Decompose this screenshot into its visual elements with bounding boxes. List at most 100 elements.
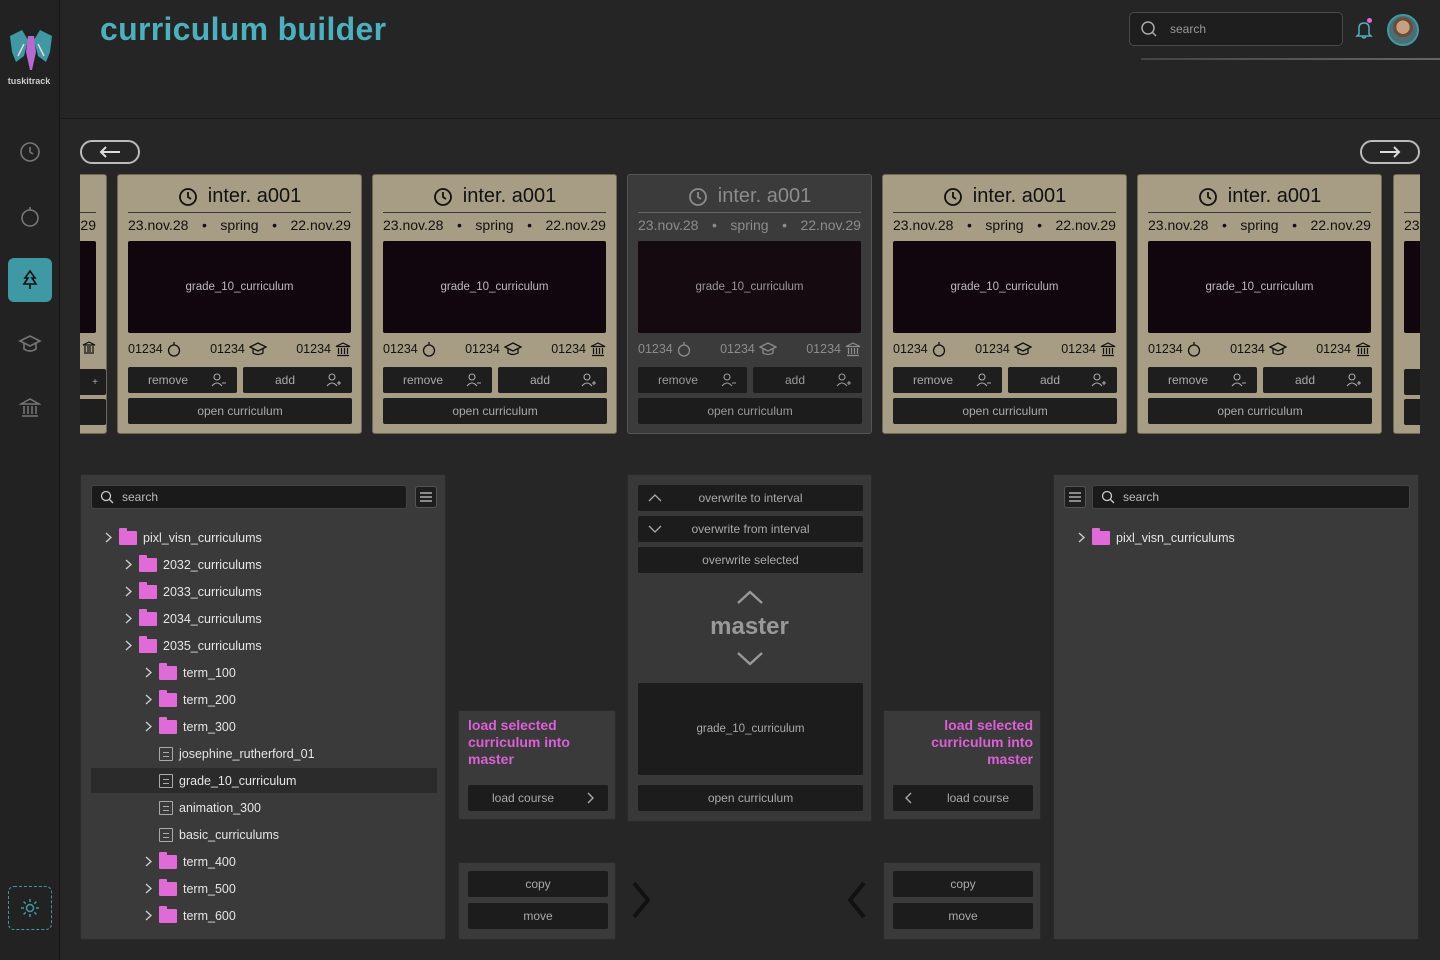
card-thumbnail[interactable]: grade_10_curriculum	[638, 241, 861, 333]
chevron-down-icon[interactable]	[736, 651, 764, 667]
transfer-right-arrow[interactable]	[630, 880, 652, 920]
search-input[interactable]: search	[1129, 12, 1343, 46]
right-load-course-button[interactable]: load course	[893, 785, 1033, 811]
chevron-right-icon[interactable]	[123, 613, 133, 624]
notifications-button[interactable]	[1355, 20, 1373, 40]
tree-folder[interactable]: pixl_visn_curriculums	[1064, 525, 1410, 550]
tree-folder[interactable]: 2035_curriculums	[91, 633, 437, 658]
left-menu-button[interactable]	[415, 486, 437, 508]
chevron-right-icon[interactable]	[143, 910, 153, 921]
left-copy-button[interactable]: copy	[468, 871, 608, 897]
chevron-right-icon[interactable]	[143, 694, 153, 705]
interval-card[interactable]: inter. a001 23.nov.28 • spring • 22.nov.29 gra…	[117, 174, 362, 434]
card-add-button[interactable]: add	[1008, 367, 1117, 393]
card-add-button[interactable]: add	[243, 367, 352, 393]
card-thumbnail[interactable]: grade_10_curriculum	[893, 241, 1116, 333]
chevron-right-icon[interactable]	[143, 667, 153, 678]
chevron-right-icon[interactable]	[143, 883, 153, 894]
card-dates: 23.nov.28 • spring • 22.nov.29	[1148, 217, 1371, 233]
card-remove-button[interactable]: remove	[1148, 367, 1257, 393]
right-menu-button[interactable]	[1064, 486, 1086, 508]
tree-folder[interactable]: 2032_curriculums	[91, 552, 437, 577]
tree-file[interactable]: grade_10_curriculum	[91, 768, 437, 793]
card-divider	[893, 212, 1116, 213]
interval-card[interactable]: inter. a001 23.nov.28 • spring • 22.nov.29 gra…	[372, 174, 617, 434]
tree-folder[interactable]: term_100	[91, 660, 437, 685]
timer-icon	[21, 207, 39, 227]
chevron-right-icon[interactable]	[123, 640, 133, 651]
right-copy-button[interactable]: copy	[893, 871, 1033, 897]
card-open-button[interactable]: open curriculum	[128, 398, 352, 424]
chevron-right-icon[interactable]	[123, 559, 133, 570]
right-search-input[interactable]: search	[1092, 485, 1410, 509]
interval-card[interactable]: inter. a001 23.nov.28 • spring • 22.nov.29 gra…	[1137, 174, 1382, 434]
carousel-prev-button[interactable]	[80, 140, 140, 164]
card-remove-button[interactable]: remove	[128, 367, 237, 393]
tree-folder[interactable]: term_200	[91, 687, 437, 712]
card-add-button[interactable]: add	[498, 367, 607, 393]
sidebar-item-history[interactable]	[8, 130, 52, 174]
card-divider	[383, 212, 606, 213]
interval-card-partial-left[interactable]: 29 +	[80, 174, 107, 434]
transfer-left-arrow[interactable]	[846, 880, 868, 920]
settings-button[interactable]	[8, 886, 52, 930]
chevron-right-icon[interactable]	[143, 856, 153, 867]
left-search-input[interactable]: search	[91, 485, 407, 509]
card-open-button[interactable]: open curriculum	[383, 398, 607, 424]
left-load-course-button[interactable]: load course	[468, 785, 608, 811]
card-remove-button[interactable]: remove	[638, 367, 747, 393]
tree-file[interactable]: basic_curriculums	[91, 822, 437, 847]
tree-file[interactable]: animation_300	[91, 795, 437, 820]
card-remove-button[interactable]: +	[80, 369, 106, 395]
tree-folder[interactable]: 2033_curriculums	[91, 579, 437, 604]
card-remove-button[interactable]	[1404, 369, 1420, 395]
logo[interactable]: tuskitrack	[6, 26, 56, 90]
chevron-right-icon[interactable]	[143, 721, 153, 732]
card-open-button[interactable]: open curriculum	[1148, 398, 1372, 424]
tree-folder[interactable]: pixl_visn_curriculums	[91, 525, 437, 550]
avatar[interactable]	[1387, 14, 1419, 46]
remove-label: remove	[148, 373, 189, 387]
overwrite-from-interval-button[interactable]: overwrite from interval	[638, 516, 863, 542]
sidebar-item-institutions[interactable]	[8, 386, 52, 430]
sidebar-item-courses[interactable]	[8, 322, 52, 366]
card-thumbnail[interactable]: grade_10_curriculum	[128, 241, 351, 333]
tree-folder[interactable]: 2034_curriculums	[91, 606, 437, 631]
card-open-button[interactable]: open curriculum	[893, 398, 1117, 424]
carousel-next-button[interactable]	[1360, 140, 1420, 164]
tree-folder[interactable]: term_400	[91, 849, 437, 874]
card-thumbnail[interactable]: grade_10_curriculum	[383, 241, 606, 333]
stat-courses: 01234	[720, 341, 777, 357]
card-add-button[interactable]: add	[1263, 367, 1372, 393]
tree-file[interactable]: josephine_rutherford_01	[91, 741, 437, 766]
chevron-right-icon[interactable]	[103, 532, 113, 543]
tree-folder[interactable]: term_500	[91, 876, 437, 901]
card-remove-button[interactable]: remove	[893, 367, 1002, 393]
interval-card[interactable]: inter. a001 23.nov.28 • spring • 22.nov.29 gra…	[882, 174, 1127, 434]
card-open-button[interactable]	[80, 399, 106, 425]
chevron-up-icon[interactable]	[736, 589, 764, 605]
card-title: inter. a001	[883, 185, 1126, 208]
left-move-button[interactable]: move	[468, 903, 608, 929]
interval-card[interactable]: inter. a001 23.nov.28 • spring • 22.nov.29 gra…	[627, 174, 872, 434]
chevron-right-icon[interactable]	[123, 586, 133, 597]
tree-folder[interactable]: term_300	[91, 714, 437, 739]
card-remove-button[interactable]: remove	[383, 367, 492, 393]
sidebar-item-tree[interactable]	[8, 258, 52, 302]
card-term: spring	[1240, 217, 1279, 233]
chevron-right-icon[interactable]	[1076, 532, 1086, 543]
card-thumbnail[interactable]: grade_10_curriculum	[1148, 241, 1371, 333]
overwrite-selected-button[interactable]: overwrite selected	[638, 547, 863, 573]
tree-folder[interactable]: term_600	[91, 903, 437, 928]
right-move-button[interactable]: move	[893, 903, 1033, 929]
master-open-curriculum-button[interactable]: open curriculum	[638, 785, 863, 811]
card-add-button[interactable]: add	[753, 367, 862, 393]
stat-value: 01234	[638, 342, 673, 356]
master-thumbnail[interactable]: grade_10_curriculum	[638, 683, 863, 775]
interval-card-partial-right[interactable]: 23	[1393, 174, 1420, 434]
overwrite-to-interval-button[interactable]: overwrite to interval	[638, 485, 863, 511]
sidebar-item-timer[interactable]	[8, 194, 52, 238]
card-open-button[interactable]	[1404, 399, 1420, 425]
card-open-button[interactable]: open curriculum	[638, 398, 862, 424]
tree-label: basic_curriculums	[179, 827, 280, 842]
